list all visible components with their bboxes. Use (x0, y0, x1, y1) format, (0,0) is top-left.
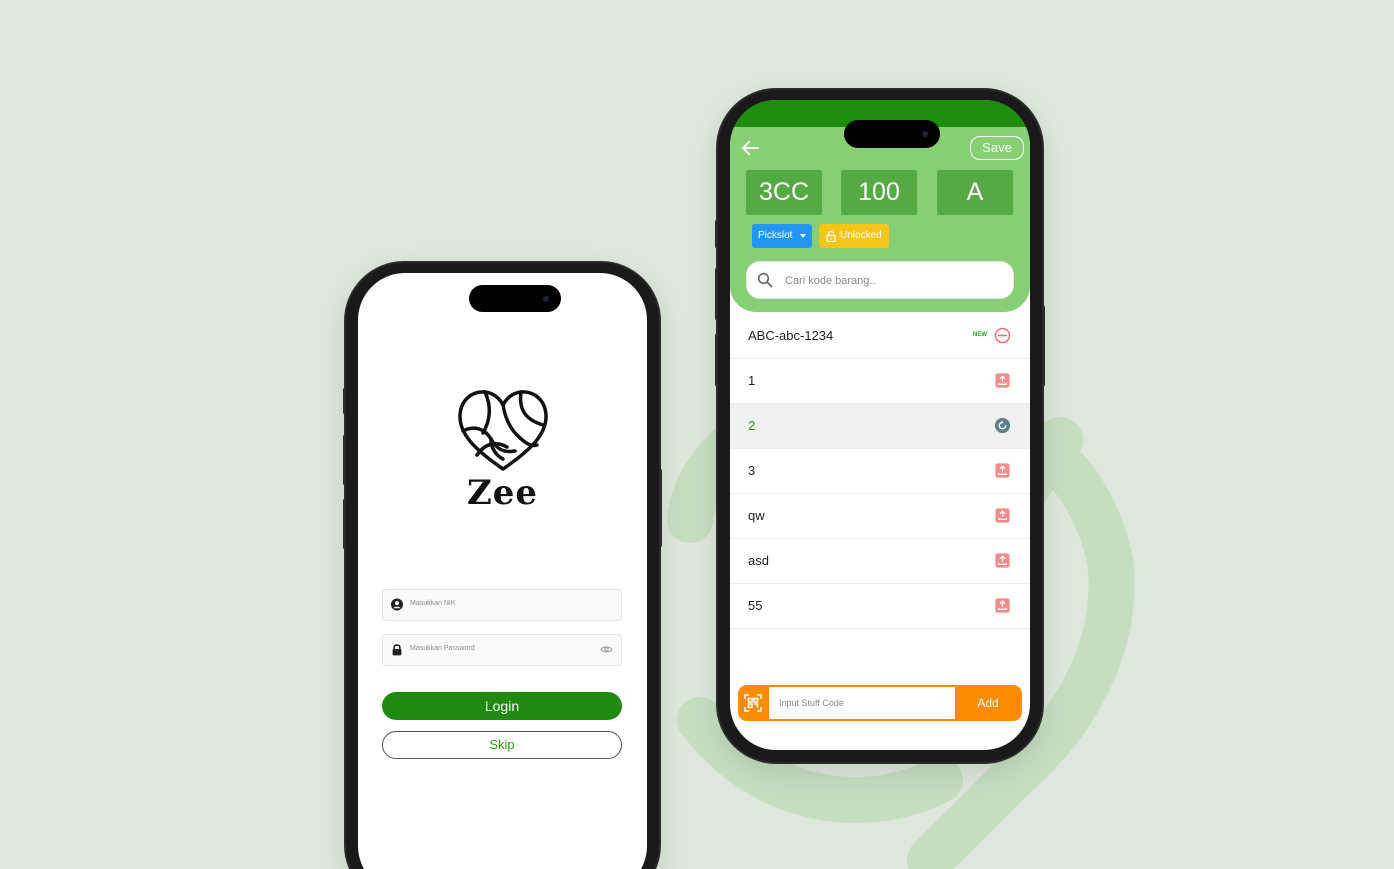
stock-screen: Save 3CC 100 A Pickslot Unlocked Cari ko… (730, 100, 1030, 750)
caret-down-icon (800, 234, 806, 238)
list-item[interactable]: qw (730, 494, 1030, 539)
unlocked-label: Unlocked (840, 230, 882, 241)
password-placeholder: Masukkan Password (410, 645, 475, 652)
upload-tray-icon[interactable] (994, 462, 1011, 479)
pickslot-label: Pickslot (758, 230, 793, 241)
upload-tray-icon[interactable] (994, 507, 1011, 524)
dynamic-island (844, 120, 940, 148)
dynamic-island (469, 285, 561, 312)
login-button[interactable]: Login (382, 692, 622, 720)
volume-up-button (343, 435, 346, 485)
list-item[interactable]: 2 (730, 404, 1030, 449)
volume-down-button (715, 334, 718, 386)
unlock-icon (826, 231, 836, 242)
power-button (1042, 306, 1045, 386)
showcase-stage: Zee Masukkan NIK Masukkan Password Login… (0, 0, 1394, 869)
qr-scan-icon[interactable] (744, 694, 762, 712)
stuff-code-input[interactable] (769, 687, 955, 719)
volume-up-button (715, 268, 718, 320)
mute-switch (343, 388, 346, 414)
login-phone-frame: Zee Masukkan NIK Masukkan Password Login… (343, 263, 662, 869)
mute-switch (715, 220, 718, 248)
password-input[interactable]: Masukkan Password (382, 634, 622, 666)
list-item-label: qw (748, 508, 765, 523)
list-item[interactable]: 3 (730, 449, 1030, 494)
list-item[interactable]: 55 (730, 584, 1030, 629)
list-item[interactable]: 1 (730, 359, 1030, 404)
lock-icon (392, 644, 402, 656)
upload-tray-icon[interactable] (994, 552, 1011, 569)
search-icon (757, 272, 773, 288)
login-screen: Zee Masukkan NIK Masukkan Password Login… (358, 273, 647, 869)
list-item[interactable]: ABC-abc-1234 NEW (730, 314, 1030, 359)
list-item[interactable]: asd (730, 539, 1030, 584)
stock-header: Save 3CC 100 A Pickslot Unlocked (730, 127, 1030, 312)
save-button[interactable]: Save (970, 136, 1024, 160)
list-item-label: 1 (748, 373, 756, 388)
volume-down-button (343, 499, 346, 549)
unlocked-status-button[interactable]: Unlocked (819, 224, 889, 248)
nik-input[interactable]: Masukkan NIK (382, 589, 622, 621)
list-item-label: 2 (748, 418, 756, 433)
zee-heart-logo-icon (458, 390, 548, 471)
list-item-label: 55 (748, 598, 763, 613)
search-input[interactable] (783, 270, 997, 292)
power-button (659, 469, 662, 547)
remove-circle-icon[interactable] (994, 327, 1011, 344)
upload-tray-icon[interactable] (994, 597, 1011, 614)
user-circle-icon (391, 598, 403, 611)
pickslot-dropdown[interactable]: Pickslot (752, 224, 812, 248)
back-arrow-icon[interactable] (740, 140, 760, 156)
refresh-icon[interactable] (994, 417, 1011, 434)
nik-placeholder: Masukkan NIK (410, 600, 456, 607)
search-box[interactable] (746, 261, 1014, 299)
list-item-label: ABC-abc-1234 (748, 328, 834, 343)
info-tile-quantity: 100 (841, 170, 917, 215)
upload-tray-icon[interactable] (994, 372, 1011, 389)
add-stuff-bar: Add (738, 685, 1022, 721)
info-tile-grade: A (937, 170, 1013, 215)
brand-name: Zee (466, 473, 539, 513)
info-tile-code: 3CC (746, 170, 822, 215)
list-item-label: asd (748, 553, 769, 568)
add-button[interactable]: Add (964, 685, 1012, 721)
item-list: ABC-abc-1234 NEW 1 2 3 qw asd 55 (730, 314, 1030, 629)
list-item-label: 3 (748, 463, 756, 478)
eye-icon[interactable] (600, 644, 613, 655)
background-watermark-logo (667, 372, 1135, 869)
stock-phone-frame: Save 3CC 100 A Pickslot Unlocked Cari ko… (715, 90, 1045, 762)
new-badge: NEW (973, 332, 987, 338)
skip-button[interactable]: Skip (382, 731, 622, 759)
